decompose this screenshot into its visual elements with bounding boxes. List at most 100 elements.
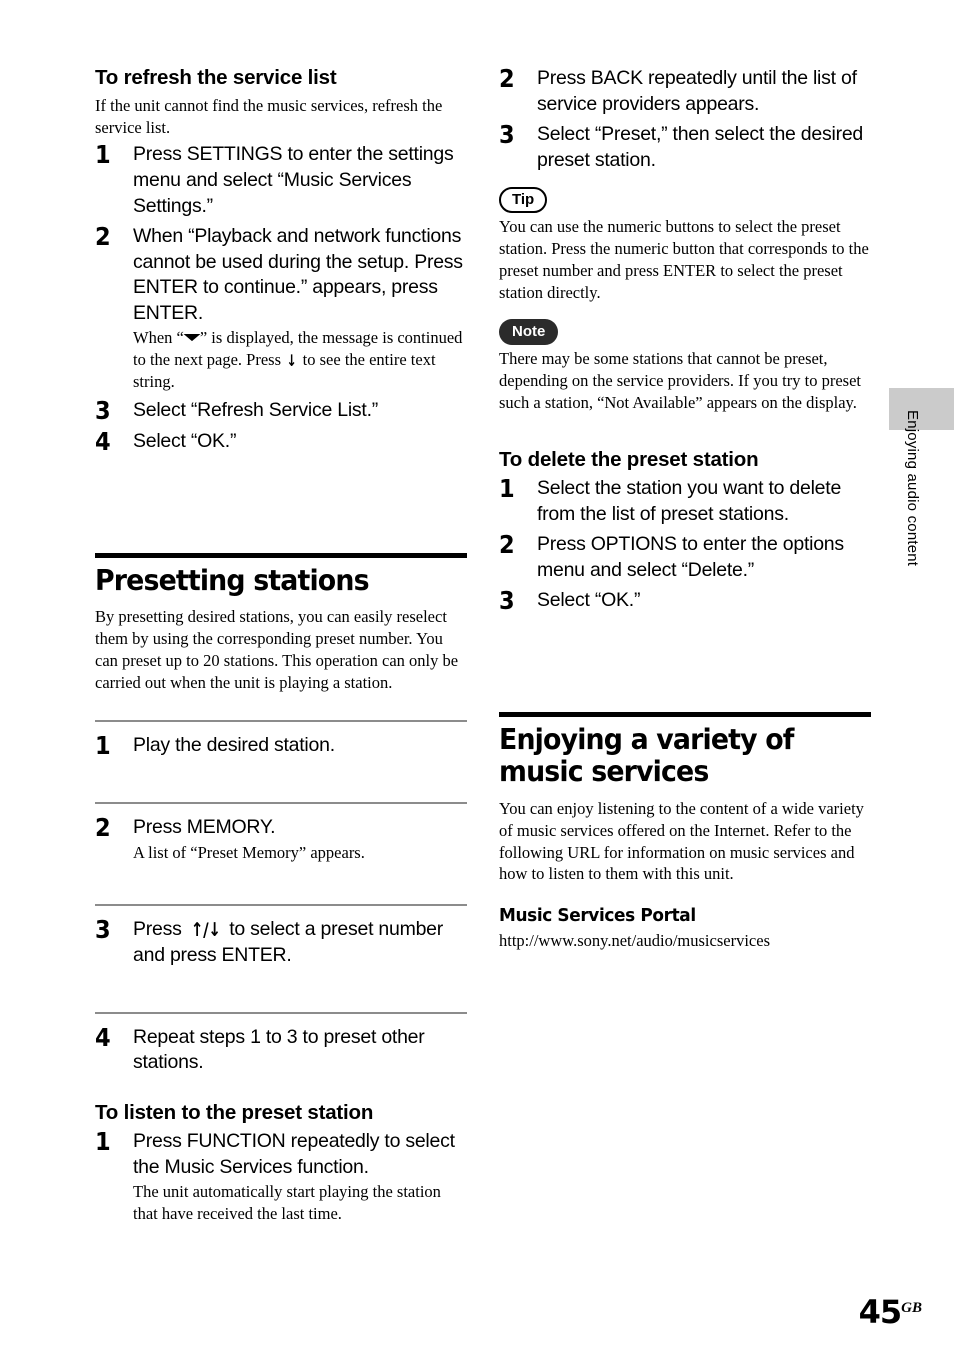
- page-number-value: 45: [858, 1293, 903, 1331]
- refresh-intro: If the unit cannot find the music servic…: [95, 95, 443, 137]
- section-continued-steps: 2 Press BACK repeatedly until the list o…: [499, 64, 871, 173]
- step-subnote: A list of “Preset Memory” appears.: [133, 842, 365, 862]
- step-text: Select “OK.”: [537, 589, 641, 612]
- step-body: When “Playback and network functions can…: [133, 224, 467, 393]
- tip-callout: Tip You can use the numeric buttons to s…: [499, 178, 871, 304]
- portal-url[interactable]: http://www.sony.net/audio/musicservices: [499, 930, 871, 952]
- tip-badge: Tip: [499, 187, 548, 214]
- tip-text: You can use the numeric buttons to selec…: [499, 217, 869, 302]
- step-text: Select “OK.”: [133, 430, 237, 453]
- down-arrow-icon: ↓: [286, 350, 298, 370]
- step-number: 4: [95, 1022, 111, 1052]
- left-column: To refresh the service list If the unit …: [95, 66, 467, 1230]
- step-text: Repeat steps 1 to 3 to preset other stat…: [133, 1025, 425, 1074]
- manual-page: To refresh the service list If the unit …: [0, 0, 954, 1352]
- step-item: 4 Repeat steps 1 to 3 to preset other st…: [95, 1014, 467, 1076]
- side-tab-label: Enjoying audio content: [904, 410, 921, 567]
- listen-heading: To listen to the preset station: [95, 1100, 374, 1124]
- step-body: Press ↑/↓ to select a preset number and …: [133, 917, 467, 968]
- step-body: Press MEMORY. A list of “Preset Memory” …: [133, 815, 467, 863]
- step-item: 3 Select “Preset,” then select the desir…: [499, 120, 871, 173]
- step-number: 1: [95, 730, 111, 760]
- portal-heading: Music Services Portal: [499, 905, 696, 927]
- note-text: There may be some stations that cannot b…: [499, 348, 861, 412]
- pre-steps-gap: [95, 698, 467, 720]
- note-badge: Note: [499, 318, 559, 345]
- refresh-heading: To refresh the service list: [95, 66, 337, 89]
- page-number: 45GB: [859, 1296, 922, 1328]
- section-listen-preset-station: To listen to the preset station 1 Press …: [95, 1101, 467, 1226]
- step-body: Select “OK.”: [537, 588, 871, 614]
- step-text: Select the station you want to delete fr…: [537, 477, 842, 525]
- section-enjoying-music-services: Enjoying a variety of music services You…: [499, 711, 871, 952]
- step-text: Press SETTINGS to enter the settings men…: [133, 143, 454, 217]
- section-delete-preset-station: To delete the preset station 1 Select th…: [499, 448, 871, 615]
- step-item: 1 Press SETTINGS to enter the settings m…: [95, 142, 467, 219]
- step-body: Press BACK repeatedly until the list of …: [537, 66, 871, 117]
- step-number: 1: [499, 474, 515, 504]
- step-number: 4: [95, 427, 111, 457]
- step-item: 1 Press FUNCTION repeatedly to select th…: [95, 1127, 467, 1225]
- enjoying-intro: You can enjoy listening to the content o…: [499, 798, 864, 884]
- step-item: 1 Play the desired station.: [95, 722, 467, 759]
- step-pad: [95, 868, 467, 904]
- step-text: Press FUNCTION repeatedly to select the …: [133, 1130, 455, 1178]
- step-item: 3 Select “OK.”: [499, 586, 871, 616]
- section-presetting-stations: Presetting stations By presetting desire…: [95, 552, 467, 1076]
- step-item: 2 Press MEMORY. A list of “Preset Memory…: [95, 804, 467, 863]
- step-number: 3: [499, 120, 515, 150]
- step-item: 3 Select “Refresh Service List.”: [95, 396, 467, 425]
- step-text: Play the desired station.: [133, 733, 335, 756]
- subnote-text-before: When “: [133, 328, 184, 348]
- step-body: Select the station you want to delete fr…: [537, 476, 871, 527]
- step-text: Press MEMORY.: [133, 815, 276, 838]
- step-text: Select “Refresh Service List.”: [133, 399, 379, 421]
- up-down-arrows-icon: ↑/↓: [190, 919, 221, 942]
- portal-gap: [499, 889, 871, 905]
- step-text: Press ↑/↓ to select a preset number and …: [133, 917, 467, 968]
- step-item: 2 When “Playback and network functions c…: [95, 222, 467, 393]
- step-number: 2: [95, 812, 111, 842]
- section-rule: [95, 552, 467, 558]
- step-number: 2: [95, 222, 111, 252]
- step-subnote: The unit automatically start playing the…: [133, 1182, 441, 1224]
- section-refresh-service-list: To refresh the service list If the unit …: [95, 66, 467, 456]
- step-body: Press SETTINGS to enter the settings men…: [133, 142, 467, 219]
- step-number: 1: [95, 140, 111, 170]
- step-text: Press BACK repeatedly until the list of …: [537, 67, 857, 115]
- presetting-intro: By presetting desired stations, you can …: [95, 606, 459, 692]
- step-item: 2 Press OPTIONS to enter the options men…: [499, 532, 871, 583]
- step-number: 3: [499, 586, 515, 616]
- enjoying-heading: Enjoying a variety of music services: [499, 722, 794, 789]
- step-text: When “Playback and network functions can…: [133, 225, 463, 324]
- step-text: Select “Preset,” then select the desired…: [537, 123, 864, 171]
- step-subnote: When “▼” is displayed, the message is co…: [133, 327, 467, 393]
- step-number: 1: [95, 1127, 111, 1157]
- step-number: 3: [95, 915, 111, 945]
- side-tab-marker: [889, 388, 954, 430]
- step-number: 3: [95, 396, 111, 425]
- step-number: 2: [499, 64, 515, 93]
- step-body: Repeat steps 1 to 3 to preset other stat…: [133, 1025, 467, 1076]
- step-number: 2: [499, 530, 515, 560]
- step-item: 2 Press BACK repeatedly until the list o…: [499, 64, 871, 117]
- step-body: Select “Preset,” then select the desired…: [537, 122, 871, 173]
- step-body: Select “OK.”: [133, 429, 467, 455]
- right-column: 2 Press BACK repeatedly until the list o…: [499, 64, 871, 956]
- note-callout: Note There may be some stations that can…: [499, 308, 871, 414]
- presetting-heading: Presetting stations: [95, 563, 370, 597]
- step-text: Press OPTIONS to enter the options menu …: [537, 533, 844, 581]
- delete-heading: To delete the preset station: [499, 447, 759, 471]
- section-rule: [499, 711, 871, 717]
- step-pad: [95, 764, 467, 802]
- step-pad: [95, 974, 467, 1012]
- step-body: Press FUNCTION repeatedly to select the …: [133, 1129, 467, 1225]
- step-item: 3 Press ↑/↓ to select a preset number an…: [95, 906, 467, 968]
- page-number-suffix: GB: [901, 1299, 922, 1316]
- step-text-before: Press: [133, 918, 182, 941]
- wide-down-arrow-icon: ▼: [183, 331, 201, 343]
- step-item: 1 Select the station you want to delete …: [499, 476, 871, 527]
